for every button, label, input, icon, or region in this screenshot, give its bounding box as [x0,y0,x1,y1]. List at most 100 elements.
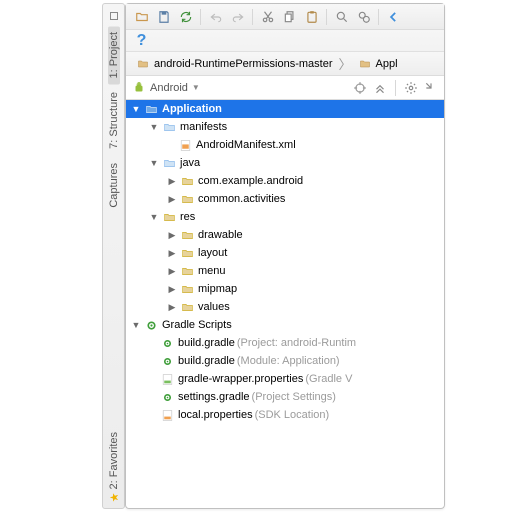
expand-arrow-icon[interactable]: ▼ [130,104,142,114]
help-icon[interactable]: ? [132,31,151,50]
redo-icon[interactable] [228,7,247,26]
target-icon[interactable] [353,81,367,95]
tree-label: Gradle Scripts [160,319,232,331]
paste-icon[interactable] [302,7,321,26]
tree-node-gradle-file[interactable]: build.gradle (Project: android-Runtim [126,334,444,352]
help-row: ? [126,30,444,52]
tree-node-manifest-xml[interactable]: AndroidManifest.xml [126,136,444,154]
tree-node-res-folder[interactable]: ▶ menu [126,262,444,280]
minimize-icon[interactable] [110,12,118,20]
view-selector-label: Android [150,82,188,94]
properties-file-icon [160,408,174,422]
tree-hint: (Project: android-Runtim [237,337,356,349]
folder-icon [180,228,194,242]
save-icon[interactable] [154,7,173,26]
tree-label: settings.gradle [176,391,250,403]
tree-node-res-folder[interactable]: ▶ mipmap [126,280,444,298]
tree-node-res-folder[interactable]: ▶ layout [126,244,444,262]
expand-arrow-icon[interactable]: ▶ [166,230,178,241]
tree-hint: (Module: Application) [237,355,340,367]
expand-arrow-icon[interactable]: ▶ [166,302,178,313]
tree-node-res[interactable]: ▼ res [126,208,444,226]
expand-arrow-icon[interactable]: ▶ [166,176,178,187]
gradle-icon [144,318,158,332]
gradle-file-icon [160,354,174,368]
tree-node-properties-file[interactable]: gradle-wrapper.properties (Gradle V [126,370,444,388]
tree-label: common.activities [196,193,285,205]
tree-node-package[interactable]: ▶ com.example.android [126,172,444,190]
expand-arrow-icon[interactable]: ▶ [166,284,178,295]
tree-label: drawable [196,229,243,241]
tree-label: AndroidManifest.xml [194,139,296,151]
chevron-right-icon: 〉 [339,54,352,73]
expand-arrow-icon[interactable]: ▶ [166,248,178,259]
folder-icon [162,120,176,134]
tree-node-res-folder[interactable]: ▶ drawable [126,226,444,244]
tree-label: gradle-wrapper.properties [176,373,303,385]
breadcrumb-label: Appl [376,58,398,70]
folder-icon [180,300,194,314]
sidebar-tab-structure[interactable]: 7: Structure [108,86,120,155]
chevron-down-icon: ▼ [192,83,200,92]
tree-label: mipmap [196,283,237,295]
settings-gear-icon[interactable] [404,81,418,95]
folder-icon [180,282,194,296]
sidebar-tab-favorites[interactable]: 2: Favorites [108,426,120,508]
package-icon [180,192,194,206]
tree-hint: (Gradle V [305,373,352,385]
find-icon[interactable] [332,7,351,26]
tree-label: values [196,301,230,313]
back-icon[interactable] [384,7,403,26]
expand-arrow-icon[interactable]: ▶ [166,194,178,205]
expand-arrow-icon[interactable]: ▼ [148,122,160,132]
tree-node-java[interactable]: ▼ java [126,154,444,172]
breadcrumb-label: android-RuntimePermissions-master [154,58,333,70]
breadcrumb-segment-root[interactable]: android-RuntimePermissions-master [132,57,337,71]
hide-icon[interactable] [424,81,438,95]
main-toolbar [126,4,444,30]
navigation-bar: android-RuntimePermissions-master 〉 Appl [126,52,444,76]
res-folder-icon [162,210,176,224]
copy-icon[interactable] [280,7,299,26]
folder-icon [136,57,150,71]
tree-node-gradle-file[interactable]: settings.gradle (Project Settings) [126,388,444,406]
gradle-file-icon [160,336,174,350]
project-view-header: Android ▼ [126,76,444,100]
replace-icon[interactable] [354,7,373,26]
gradle-file-icon [160,390,174,404]
sync-icon[interactable] [176,7,195,26]
sidebar-tab-captures[interactable]: Captures [108,157,120,214]
tree-label: com.example.android [196,175,303,187]
sidebar-tab-project[interactable]: 1: Project [108,26,120,84]
tree-node-gradle-scripts[interactable]: ▼ Gradle Scripts [126,316,444,334]
undo-icon[interactable] [206,7,225,26]
tree-node-properties-file[interactable]: local.properties (SDK Location) [126,406,444,424]
tree-node-manifests[interactable]: ▼ manifests [126,118,444,136]
tree-node-app-root[interactable]: ▼ Application [126,100,444,118]
cut-icon[interactable] [258,7,277,26]
tree-node-gradle-file[interactable]: build.gradle (Module: Application) [126,352,444,370]
breadcrumb-segment-module[interactable]: Appl [354,57,402,71]
tree-label: menu [196,265,226,277]
tool-window-bar-left: 1: Project 7: Structure Captures 2: Favo… [102,3,125,509]
package-icon [180,174,194,188]
expand-arrow-icon[interactable]: ▼ [148,212,160,222]
tree-label: manifests [178,121,227,133]
tree-node-res-folder[interactable]: ▶ values [126,298,444,316]
project-view-selector[interactable]: Android ▼ [132,81,347,95]
collapse-all-icon[interactable] [373,81,387,95]
tree-node-package[interactable]: ▶ common.activities [126,190,444,208]
tree-label: build.gradle [176,355,235,367]
tree-label: layout [196,247,227,259]
expand-arrow-icon[interactable]: ▼ [148,158,160,168]
properties-file-icon [160,372,174,386]
project-tool-window: ? android-RuntimePermissions-master 〉 Ap… [125,3,445,509]
expand-arrow-icon[interactable]: ▼ [130,320,142,330]
project-tree[interactable]: ▼ Application ▼ manifests AndroidManifes… [126,100,444,484]
open-icon[interactable] [132,7,151,26]
tree-label: Application [160,103,222,115]
expand-arrow-icon[interactable]: ▶ [166,266,178,277]
folder-icon [180,246,194,260]
android-icon [132,81,146,95]
module-icon [144,102,158,116]
